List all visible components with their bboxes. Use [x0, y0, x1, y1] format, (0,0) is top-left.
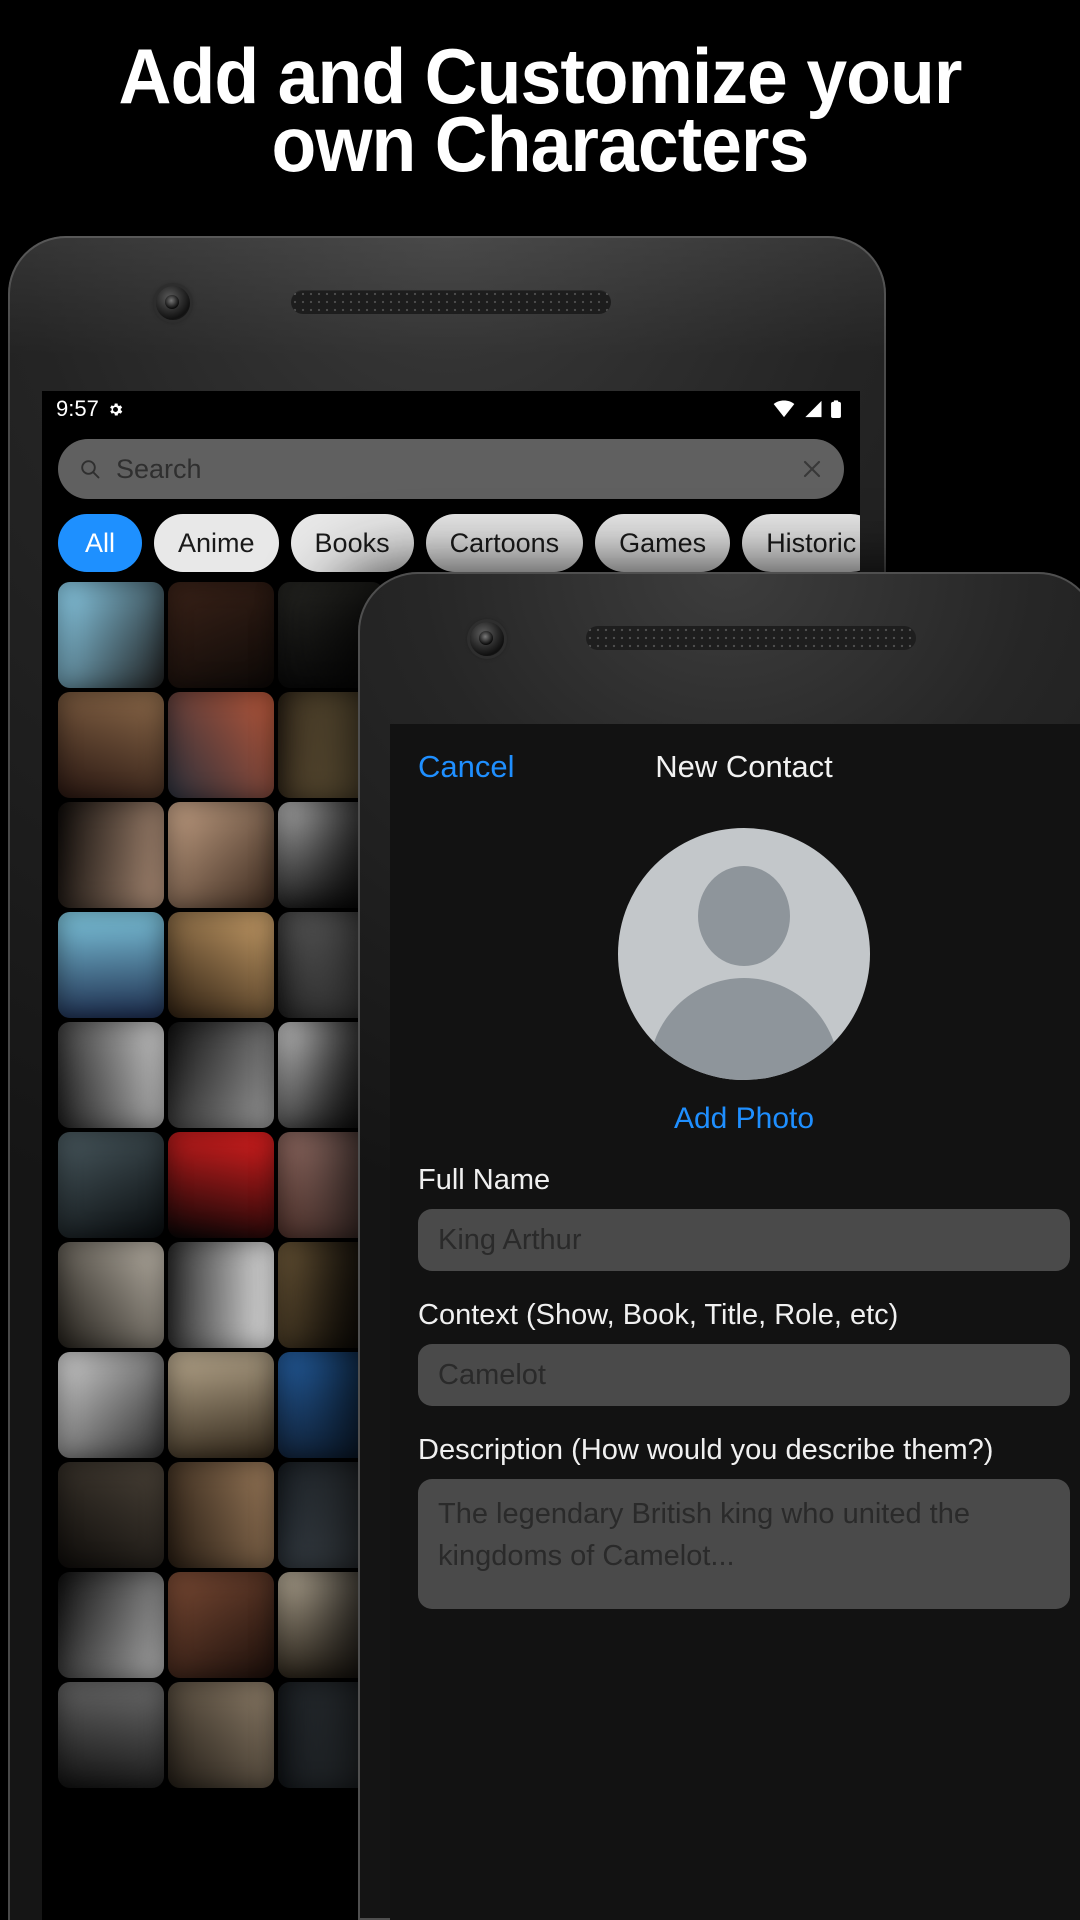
filter-chip-all[interactable]: All: [58, 514, 143, 572]
thumbnail-vignette: [58, 692, 164, 798]
add-photo-button[interactable]: Add Photo: [390, 1102, 1080, 1136]
status-bar: 9:57: [42, 391, 860, 427]
thumbnail-vignette: [58, 802, 164, 908]
avatar-container: [390, 828, 1080, 1080]
contact-avatar-placeholder[interactable]: [618, 828, 870, 1080]
thumbnail-man-plaid-shirt[interactable]: [168, 1462, 274, 1568]
foreground-phone-device: Cancel New Contact Add Photo Full Name Ki…: [358, 572, 1080, 1920]
cellular-signal-icon: [805, 400, 822, 418]
thumbnail-batman-logo[interactable]: [58, 582, 164, 688]
thumbnail-vignette: [58, 582, 164, 688]
thumbnail-vignette: [168, 1572, 274, 1678]
headline-line-2: own Characters: [271, 100, 810, 188]
thumbnail-hendrix-bw[interactable]: [58, 1572, 164, 1678]
text-input[interactable]: Camelot: [418, 1344, 1070, 1406]
search-icon: [81, 460, 100, 479]
thumbnail-vignette: [58, 1132, 164, 1238]
thumbnail-vignette: [58, 1682, 164, 1788]
thumbnail-vignette: [58, 1462, 164, 1568]
thumbnail-fdr-bw[interactable]: [58, 1022, 164, 1128]
thumbnail-victorian-woman[interactable]: [168, 582, 274, 688]
description-textarea[interactable]: The legendary British king who united th…: [418, 1479, 1070, 1609]
category-filter-chips: AllAnimeBooksCartoonsGamesHistoricMovies: [58, 514, 860, 572]
field-label: Description (How would you describe them…: [418, 1434, 994, 1466]
avatar-body-shape: [649, 978, 839, 1080]
front-camera-icon: [470, 622, 504, 656]
thumbnail-isaac-newton[interactable]: [168, 1352, 274, 1458]
form-field-0: Full Name King Arthur: [390, 1164, 1080, 1271]
battery-icon: [831, 399, 841, 418]
new-contact-screen: Cancel New Contact Add Photo Full Name Ki…: [390, 724, 1080, 1920]
field-label: Full Name: [418, 1164, 551, 1196]
filter-chip-anime[interactable]: Anime: [154, 514, 279, 572]
gear-icon: [107, 401, 124, 418]
thumbnail-vignette: [168, 692, 274, 798]
thumbnail-vignette: [168, 1682, 274, 1788]
thumbnail-vignette: [168, 1462, 274, 1568]
form-field-2: Description (How would you describe them…: [390, 1434, 1080, 1609]
thumbnail-dowager-countess[interactable]: [58, 692, 164, 798]
thumbnail-vignette: [58, 1242, 164, 1348]
thumbnail-portrait-41[interactable]: [168, 1682, 274, 1788]
thumbnail-vignette: [58, 1572, 164, 1678]
thumbnail-vignette: [168, 582, 274, 688]
status-bar-right: [773, 399, 842, 419]
thumbnail-anime-blue-hair[interactable]: [58, 912, 164, 1018]
search-bar[interactable]: Search: [58, 439, 844, 499]
wifi-icon: [773, 400, 795, 418]
earpiece-speaker-grille: [291, 290, 611, 314]
avatar-head-shape: [698, 866, 790, 966]
status-bar-left: 9:57: [56, 396, 124, 422]
thumbnail-vignette: [168, 912, 274, 1018]
status-bar-time: 9:57: [56, 396, 99, 421]
screen-title: New Contact: [655, 749, 833, 784]
clear-x-icon[interactable]: [800, 457, 824, 481]
front-camera-icon: [156, 286, 190, 320]
field-label: Context (Show, Book, Title, Role, etc): [418, 1299, 899, 1331]
thumbnail-vignette: [58, 1352, 164, 1458]
thumbnail-bearded-man[interactable]: [168, 1572, 274, 1678]
form-field-1: Context (Show, Book, Title, Role, etc) Ca…: [390, 1299, 1080, 1406]
thumbnail-henry-ford-bw[interactable]: [168, 1242, 274, 1348]
text-input[interactable]: King Arthur: [418, 1209, 1070, 1271]
thumbnail-vignette: [168, 1242, 274, 1348]
thumbnail-grim-reaper[interactable]: [58, 1132, 164, 1238]
thumbnail-vignette: [58, 1022, 164, 1128]
new-contact-header: Cancel New Contact: [390, 724, 1080, 810]
thumbnail-house-md[interactable]: [168, 692, 274, 798]
earpiece-speaker-grille: [586, 626, 916, 650]
search-input[interactable]: Search: [116, 454, 786, 485]
thumbnail-portrait-40[interactable]: [58, 1682, 164, 1788]
thumbnail-woman-dark-coat[interactable]: [58, 1462, 164, 1568]
thumbnail-regency-lady[interactable]: [168, 802, 274, 908]
thumbnail-vignette: [168, 802, 274, 908]
page-title: Add and Customize your own Characters: [32, 37, 1047, 188]
thumbnail-vignette: [58, 912, 164, 1018]
filter-chip-games[interactable]: Games: [595, 514, 731, 572]
thumbnail-elie-wiesel[interactable]: [58, 802, 164, 908]
thumbnail-vignette: [168, 1022, 274, 1128]
promo-screenshot: Add and Customize your own Characters 9:…: [0, 0, 1080, 1920]
thumbnail-thoreau-bw[interactable]: [58, 1242, 164, 1348]
thumbnail-vignette: [168, 1132, 274, 1238]
thumbnail-frederick-douglass[interactable]: [168, 1022, 274, 1128]
filter-chip-cartoons[interactable]: Cartoons: [425, 514, 584, 572]
thumbnail-asimov[interactable]: [58, 1352, 164, 1458]
thumbnail-vignette: [168, 1352, 274, 1458]
new-contact-form: Full Name King Arthur Context (Show, Book,…: [390, 1164, 1080, 1609]
thumbnail-hal-9000[interactable]: [168, 1132, 274, 1238]
filter-chip-books[interactable]: Books: [290, 514, 414, 572]
thumbnail-blond-man[interactable]: [168, 912, 274, 1018]
filter-chip-historic[interactable]: Historic: [742, 514, 860, 572]
